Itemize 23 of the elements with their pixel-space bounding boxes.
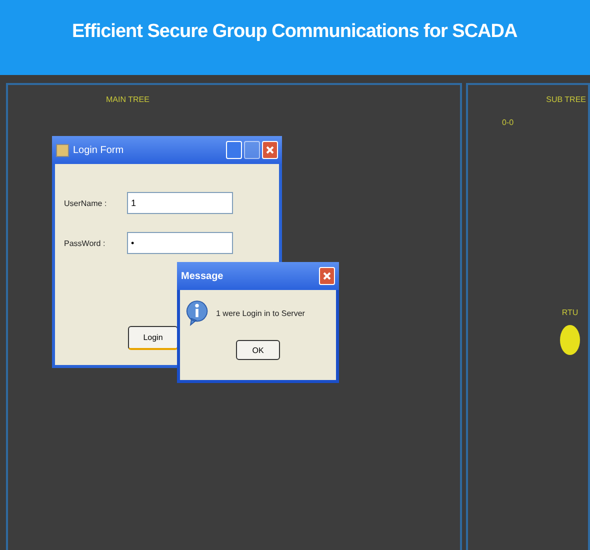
maximize-button[interactable] — [244, 141, 260, 159]
node-label: 0-0 — [502, 118, 514, 127]
close-icon — [322, 271, 332, 281]
panel-title: SUB TREE — [545, 94, 587, 104]
node-label: RTU — [562, 308, 578, 317]
ok-button[interactable]: OK — [236, 340, 280, 360]
minimize-button[interactable] — [226, 141, 242, 159]
field-label: UserName : — [64, 198, 108, 208]
rtu-node[interactable] — [560, 325, 580, 355]
app-icon — [56, 144, 69, 156]
field-label: PassWord : — [64, 238, 106, 248]
window-title: Login Form — [73, 144, 125, 156]
close-button[interactable] — [319, 267, 335, 285]
input-field[interactable]: 1 — [127, 192, 233, 214]
window-title: Message — [181, 270, 224, 282]
close-button[interactable] — [262, 141, 278, 159]
close-icon — [265, 145, 275, 155]
login-button[interactable]: Login — [128, 326, 178, 350]
app-title: Efficient Secure Group Communications for SCADA — [72, 20, 518, 44]
panel-title: MAIN TREE — [105, 94, 150, 104]
input-field[interactable]: • — [127, 232, 233, 254]
info-icon — [186, 300, 208, 326]
message-text: 1 were Login in to Server — [216, 308, 305, 318]
